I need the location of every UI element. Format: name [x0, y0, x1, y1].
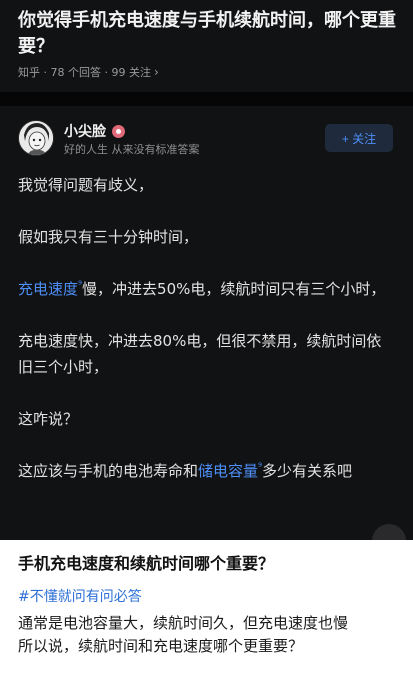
verified-badge-icon: [112, 124, 125, 138]
answer-body: 我觉得问题有歧义， 假如我只有三十分钟时间， 充电速度⁹慢，冲进去50%电，续航…: [18, 172, 393, 484]
link-storage-capacity[interactable]: 储电容量: [198, 462, 258, 480]
author-bio: 好的人生 从来没有标准答案: [64, 143, 200, 156]
post-line-1: 通常是电池容量大，续航时间久，但充电速度也慢: [18, 614, 349, 632]
post-section: 手机充电速度和续航时间哪个重要？ #不懂就问有问必答 通常是电池容量大，续航时间…: [0, 540, 413, 690]
answer-paragraph-6-post: 多少有关系吧: [262, 462, 353, 480]
author-name[interactable]: 小尖脸: [64, 121, 106, 141]
chevron-right-icon: ›: [153, 65, 159, 79]
answer-paragraph-3: 充电速度⁹慢，冲进去50%电，续航时间只有三个小时，: [18, 276, 393, 302]
answer-paragraph-6: 这应该与手机的电池寿命和储电容量⁹多少有关系吧: [18, 458, 393, 484]
follow-button[interactable]: + 关注: [325, 124, 393, 152]
hashtag-link[interactable]: #不懂就问有问必答: [18, 586, 142, 606]
answer-paragraph-5: 这咋说？: [18, 410, 79, 428]
answer-paragraph-2: 假如我只有三十分钟时间，: [18, 228, 199, 246]
question-meta[interactable]: 知乎 · 78 个回答 · 99 关注 ›: [18, 64, 159, 80]
question-meta-text: 知乎 · 78 个回答 · 99 关注: [18, 66, 151, 79]
answer-paragraph-3-text: 慢，冲进去50%电，续航时间只有三个小时，: [82, 280, 386, 298]
answer-paragraph-4: 充电速度快，冲进去80%电，但很不禁用，续航时间依旧三个小时，: [18, 332, 382, 376]
link-charging-speed[interactable]: 充电速度: [18, 280, 78, 298]
answer-paragraph-6-pre: 这应该与手机的电池寿命和: [18, 462, 199, 480]
author-name-row[interactable]: 小尖脸: [64, 121, 125, 141]
post-line-2: 所以说，续航时间和充电速度哪个更重要？: [18, 637, 304, 655]
question-title[interactable]: 你觉得手机充电速度与手机续航时间，哪个更重要？: [18, 8, 398, 60]
post-title: 手机充电速度和续航时间哪个重要？: [18, 554, 275, 573]
avatar[interactable]: [18, 120, 54, 156]
floating-action-button[interactable]: [372, 524, 406, 540]
answer-card-dark: 你觉得手机充电速度与手机续航时间，哪个更重要？ 知乎 · 78 个回答 · 99…: [0, 0, 413, 540]
answer-paragraph-1: 我觉得问题有歧义，: [18, 176, 154, 194]
section-divider: [0, 92, 413, 106]
post-body: 通常是电池容量大，续航时间久，但充电速度也慢 所以说，续航时间和充电速度哪个更重…: [18, 612, 393, 658]
